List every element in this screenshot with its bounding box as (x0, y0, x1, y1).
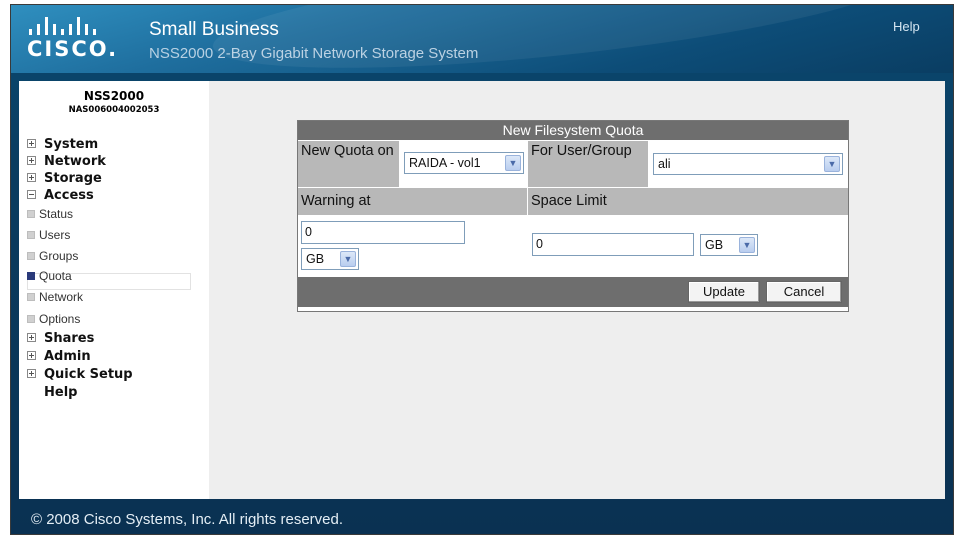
quota-on-label-cell: New Quota on (298, 141, 399, 187)
chevron-down-icon[interactable]: ▼ (824, 156, 840, 172)
cisco-wordmark: CISCO. (27, 37, 119, 61)
product-line-title: Small Business (149, 19, 279, 40)
sidebar-item-storage[interactable]: Storage (27, 171, 102, 186)
warning-unit-select[interactable]: GB ▼ (301, 248, 359, 270)
bullet-icon (27, 314, 35, 323)
warning-label-cell: Warning at (298, 188, 527, 215)
device-name: NSS2000 (83, 89, 145, 103)
expand-icon[interactable] (27, 351, 36, 360)
update-button[interactable]: Update (688, 281, 760, 303)
sidebar-item-network[interactable]: Network (27, 154, 106, 169)
limit-label-cell: Space Limit (528, 188, 848, 215)
sidebar-item-system[interactable]: System (27, 137, 98, 152)
expand-icon[interactable] (27, 333, 36, 342)
quota-on-select-cell: RAIDA - vol1 ▼ (400, 141, 527, 187)
sidebar-item-quick-setup[interactable]: Quick Setup (27, 367, 133, 382)
sidebar-item-access[interactable]: Access (27, 188, 94, 203)
bullet-icon (27, 209, 35, 218)
collapse-icon[interactable] (27, 190, 36, 199)
bullet-icon (27, 292, 35, 301)
sidebar-item-help[interactable]: Help (44, 385, 77, 400)
user-group-select[interactable]: ali ▼ (653, 153, 843, 175)
cisco-bars-icon (29, 15, 137, 35)
copyright-footer: © 2008 Cisco Systems, Inc. All rights re… (31, 511, 344, 528)
product-subtitle: NSS2000 2-Bay Gigabit Network Storage Sy… (149, 45, 479, 62)
quota-on-label: New Quota on (301, 143, 394, 159)
bullet-icon (27, 230, 35, 239)
form-title: New Filesystem Quota (298, 121, 848, 140)
warning-input-cell: 0 GB ▼ (298, 216, 527, 276)
help-link[interactable]: Help (893, 19, 920, 34)
expand-icon[interactable] (27, 156, 36, 165)
chevron-down-icon[interactable]: ▼ (505, 155, 521, 171)
form-action-bar: Update Cancel (298, 277, 848, 307)
sidebar-item-groups[interactable]: Groups (27, 249, 78, 263)
cancel-button[interactable]: Cancel (766, 281, 842, 303)
cisco-logo: CISCO. (27, 15, 137, 65)
sidebar-item-shares[interactable]: Shares (27, 331, 94, 346)
for-user-group-label: For User/Group (531, 143, 632, 159)
sidebar-item-admin[interactable]: Admin (27, 349, 91, 364)
space-limit-label: Space Limit (531, 193, 607, 209)
chevron-down-icon[interactable]: ▼ (340, 251, 356, 267)
limit-input-cell: 0 GB ▼ (528, 216, 848, 276)
volume-select[interactable]: RAIDA - vol1 ▼ (404, 152, 524, 174)
space-limit-input[interactable]: 0 (532, 233, 694, 256)
sidebar-item-status[interactable]: Status (27, 207, 73, 221)
limit-unit-select[interactable]: GB ▼ (700, 234, 758, 256)
expand-icon[interactable] (27, 139, 36, 148)
sidebar-nav: NSS2000 NAS006004002053 System Network S… (19, 81, 209, 499)
device-serial: NAS006004002053 (68, 105, 160, 115)
header-banner: CISCO. Small Business NSS2000 2-Bay Giga… (11, 5, 953, 73)
sidebar-item-access-network[interactable]: Network (27, 290, 83, 304)
expand-icon[interactable] (27, 173, 36, 182)
warning-at-input[interactable]: 0 (301, 221, 465, 244)
for-select-cell: ali ▼ (649, 141, 848, 187)
active-bullet-icon (27, 271, 35, 280)
for-label-cell: For User/Group (528, 141, 648, 187)
bullet-icon (27, 251, 35, 260)
sidebar-item-options[interactable]: Options (27, 312, 80, 326)
sidebar-item-users[interactable]: Users (27, 228, 70, 242)
warning-at-label: Warning at (301, 193, 371, 209)
expand-icon[interactable] (27, 369, 36, 378)
chevron-down-icon[interactable]: ▼ (739, 237, 755, 253)
quota-form: New Filesystem Quota New Quota on RAIDA … (297, 120, 849, 312)
app-window: CISCO. Small Business NSS2000 2-Bay Giga… (10, 4, 954, 535)
sidebar-item-quota[interactable]: Quota (27, 269, 72, 283)
